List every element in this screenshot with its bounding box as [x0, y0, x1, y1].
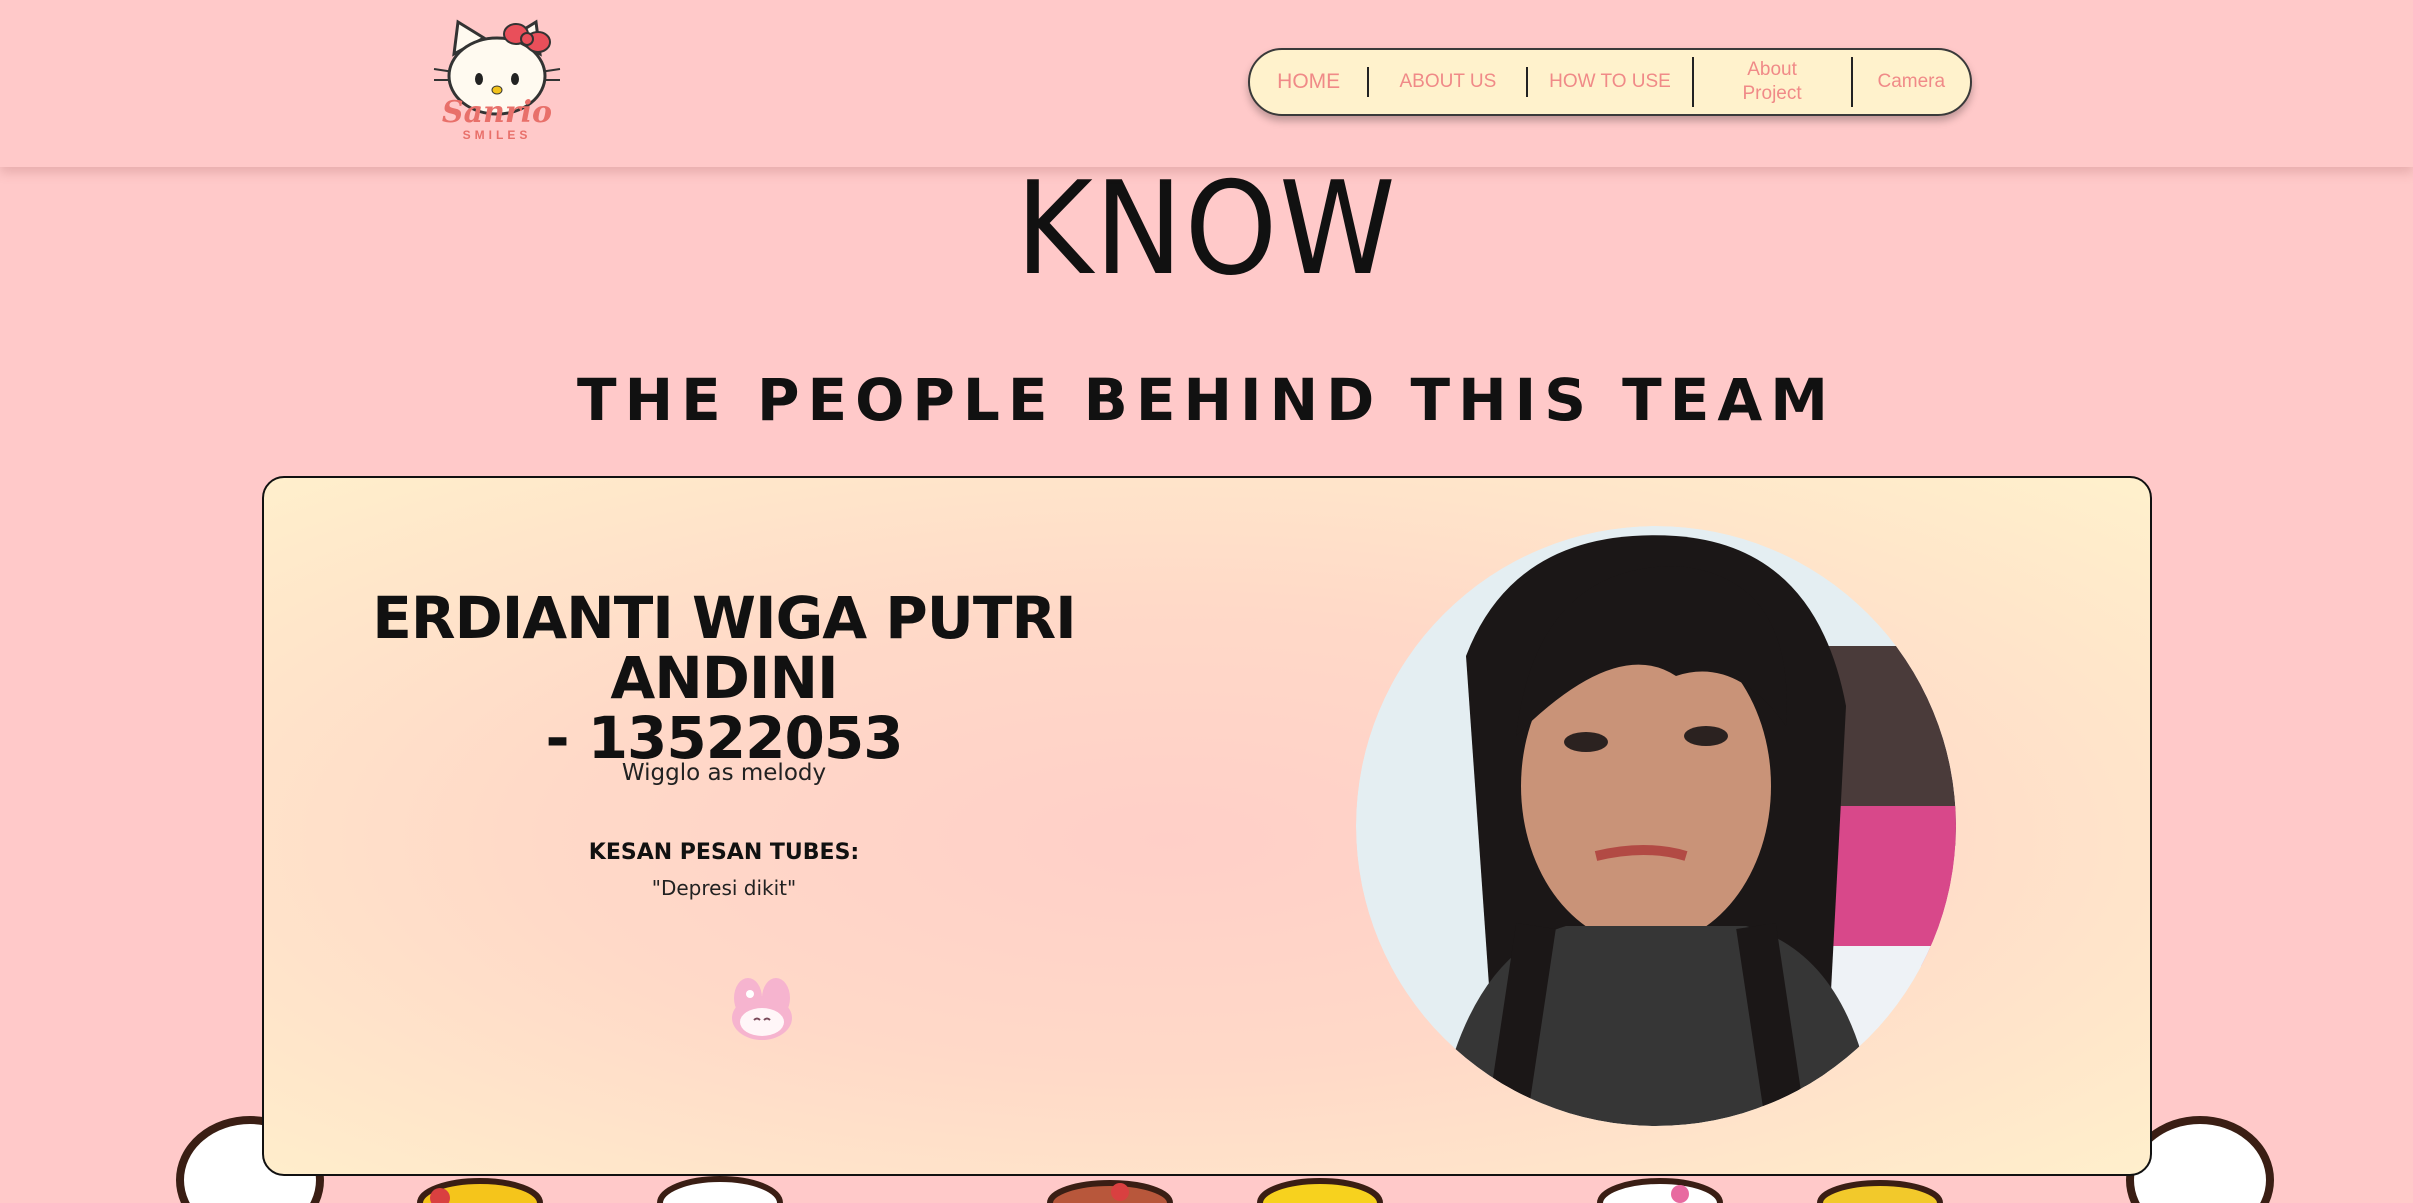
page-title: KNOW	[1015, 155, 1398, 304]
main-nav: HOME ABOUT US HOW TO USE About Project C…	[1248, 48, 1972, 116]
member-card: ERDIANTI WIGA PUTRI ANDINI - 13522053 Wi…	[262, 476, 2152, 1176]
page: Sanrio SMILES HOME ABOUT US HOW TO USE A…	[0, 0, 2413, 1203]
nav-camera[interactable]: Camera	[1853, 50, 1970, 114]
nav-home[interactable]: HOME	[1250, 50, 1367, 114]
page-subtitle: THE PEOPLE BEHIND THIS TEAM	[577, 366, 1836, 434]
member-role: Wigglo as melody	[621, 760, 827, 786]
nav-about-project-line1: About	[1747, 59, 1797, 80]
kesan-text: "Depresi dikit"	[651, 876, 797, 900]
kesan-label: KESAN PESAN TUBES:	[588, 840, 860, 865]
logo-subtext: SMILES	[462, 128, 532, 142]
nav-about-project-line2: Project	[1742, 83, 1802, 104]
my-melody-icon	[732, 978, 792, 1040]
nav-how-to-use[interactable]: HOW TO USE	[1528, 50, 1691, 114]
nav-about-project[interactable]: About Project	[1694, 50, 1851, 114]
member-name-line1: ERDIANTI WIGA PUTRI ANDINI	[372, 584, 1076, 712]
header: Sanrio SMILES HOME ABOUT US HOW TO USE A…	[0, 0, 2413, 167]
member-name: ERDIANTI WIGA PUTRI ANDINI - 13522053	[304, 588, 1144, 768]
member-photo	[1356, 526, 1956, 1126]
logo-text: Sanrio	[441, 95, 553, 130]
nav-about-us[interactable]: ABOUT US	[1369, 50, 1526, 114]
member-name-line2: - 13522053	[545, 704, 903, 772]
